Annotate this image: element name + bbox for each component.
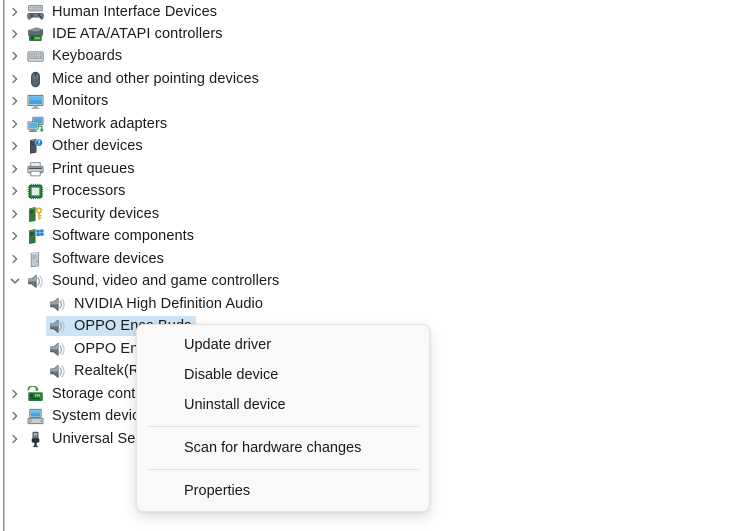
chevron-right-icon[interactable] xyxy=(6,113,24,135)
tree-item-human-interface-devices[interactable]: Human Interface Devices xyxy=(6,1,222,23)
processor-icon xyxy=(27,183,44,200)
tree-item-software-components[interactable]: Software components xyxy=(6,225,199,247)
chevron-right-icon[interactable] xyxy=(6,158,24,180)
tree-item-label-box: Software devices xyxy=(24,249,169,269)
speaker-icon xyxy=(49,318,66,335)
menu-item-label: Update driver xyxy=(184,337,272,353)
ide-controller-icon xyxy=(27,26,44,43)
tree-item-label-box: Keyboards xyxy=(24,46,127,66)
speaker-icon xyxy=(27,273,44,290)
menu-item-properties[interactable]: Properties xyxy=(137,476,429,506)
tree-item-label-box: Other devices xyxy=(24,136,148,156)
chevron-right-icon[interactable] xyxy=(6,383,24,405)
monitor-icon xyxy=(27,93,44,110)
tree-item-label: Mice and other pointing devices xyxy=(52,71,260,87)
tree-item-print-queues[interactable]: Print queues xyxy=(6,158,140,180)
tree-item-nvidia-high-definition-audio[interactable]: NVIDIA High Definition Audio xyxy=(6,293,268,315)
chevron-right-icon[interactable] xyxy=(6,90,24,112)
tree-item-label-box: Sound, video and game controllers xyxy=(24,271,284,291)
tree-item-label-box: Network adapters xyxy=(24,114,172,134)
chevron-right-icon[interactable] xyxy=(6,248,24,270)
software-component-icon xyxy=(27,228,44,245)
tree-item-label: Sound, video and game controllers xyxy=(52,273,280,289)
tree-item-network-adapters[interactable]: Network adapters xyxy=(6,113,172,135)
menu-separator xyxy=(147,426,419,427)
tree-item-label: Print queues xyxy=(52,161,135,177)
software-device-icon xyxy=(27,251,44,268)
tree-item-keyboards[interactable]: Keyboards xyxy=(6,45,127,67)
tree-item-ide-ata-atapi-controllers[interactable]: IDE ATA/ATAPI controllers xyxy=(6,23,228,45)
menu-item-label: Scan for hardware changes xyxy=(184,440,362,456)
system-device-icon xyxy=(27,408,44,425)
tree-item-label: Keyboards xyxy=(52,48,123,64)
tree-item-other-devices[interactable]: Other devices xyxy=(6,135,148,157)
tree-item-security-devices[interactable]: Security devices xyxy=(6,203,164,225)
menu-item-label: Uninstall device xyxy=(184,397,286,413)
menu-item-label: Properties xyxy=(184,483,251,499)
menu-item-scan-for-hardware-changes[interactable]: Scan for hardware changes xyxy=(137,433,429,463)
tree-item-label: NVIDIA High Definition Audio xyxy=(74,296,263,312)
tree-item-label: Human Interface Devices xyxy=(52,4,218,20)
tree-item-label-box: Monitors xyxy=(24,91,113,111)
tree-item-label: Monitors xyxy=(52,93,109,109)
chevron-right-icon[interactable] xyxy=(6,203,24,225)
tree-item-mice-and-other-pointing-devices[interactable]: Mice and other pointing devices xyxy=(6,68,264,90)
tree-item-label-box: Processors xyxy=(24,181,131,201)
hid-icon xyxy=(27,4,44,21)
mouse-icon xyxy=(27,71,44,88)
menu-item-uninstall-device[interactable]: Uninstall device xyxy=(137,390,429,420)
printer-icon xyxy=(27,161,44,178)
speaker-icon xyxy=(49,363,66,380)
tree-item-label-box: Security devices xyxy=(24,204,164,224)
tree-item-processors[interactable]: Processors xyxy=(6,180,131,202)
chevron-right-icon[interactable] xyxy=(6,23,24,45)
chevron-right-icon[interactable] xyxy=(6,180,24,202)
network-adapter-icon xyxy=(27,116,44,133)
menu-item-update-driver[interactable]: Update driver xyxy=(137,330,429,360)
usb-icon xyxy=(27,431,44,448)
tree-item-label: Other devices xyxy=(52,138,143,154)
chevron-right-icon[interactable] xyxy=(6,135,24,157)
menu-item-disable-device[interactable]: Disable device xyxy=(137,360,429,390)
tree-item-label-box: Print queues xyxy=(24,159,140,179)
menu-item-label: Disable device xyxy=(184,367,279,383)
tree-item-label: Processors xyxy=(52,183,126,199)
tree-item-label: Security devices xyxy=(52,206,160,222)
speaker-icon xyxy=(49,341,66,358)
tree-item-label-box: NVIDIA High Definition Audio xyxy=(46,294,268,314)
tree-item-label-box: Mice and other pointing devices xyxy=(24,69,264,89)
tree-item-label: Network adapters xyxy=(52,116,168,132)
tree-item-monitors[interactable]: Monitors xyxy=(6,90,113,112)
keyboard-icon xyxy=(27,48,44,65)
storage-controller-icon xyxy=(27,386,44,403)
tree-item-label: Software devices xyxy=(52,251,165,267)
speaker-icon xyxy=(49,296,66,313)
security-device-icon xyxy=(27,206,44,223)
chevron-down-icon[interactable] xyxy=(6,270,24,292)
tree-item-software-devices[interactable]: Software devices xyxy=(6,248,169,270)
tree-item-sound-video-and-game-controllers[interactable]: Sound, video and game controllers xyxy=(6,270,284,292)
tree-item-label-box: Human Interface Devices xyxy=(24,2,222,22)
tree-item-label-box: Software components xyxy=(24,226,199,246)
chevron-right-icon[interactable] xyxy=(6,45,24,67)
chevron-right-icon[interactable] xyxy=(6,68,24,90)
device-context-menu[interactable]: Update driver Disable device Uninstall dev… xyxy=(136,324,430,512)
chevron-right-icon[interactable] xyxy=(6,428,24,450)
menu-separator xyxy=(147,469,419,470)
chevron-right-icon[interactable] xyxy=(6,225,24,247)
chevron-right-icon[interactable] xyxy=(6,405,24,427)
chevron-right-icon[interactable] xyxy=(6,1,24,23)
other-device-icon xyxy=(27,138,44,155)
tree-item-label-box: IDE ATA/ATAPI controllers xyxy=(24,24,228,44)
tree-item-label: IDE ATA/ATAPI controllers xyxy=(52,26,223,42)
tree-item-label: Software components xyxy=(52,228,195,244)
